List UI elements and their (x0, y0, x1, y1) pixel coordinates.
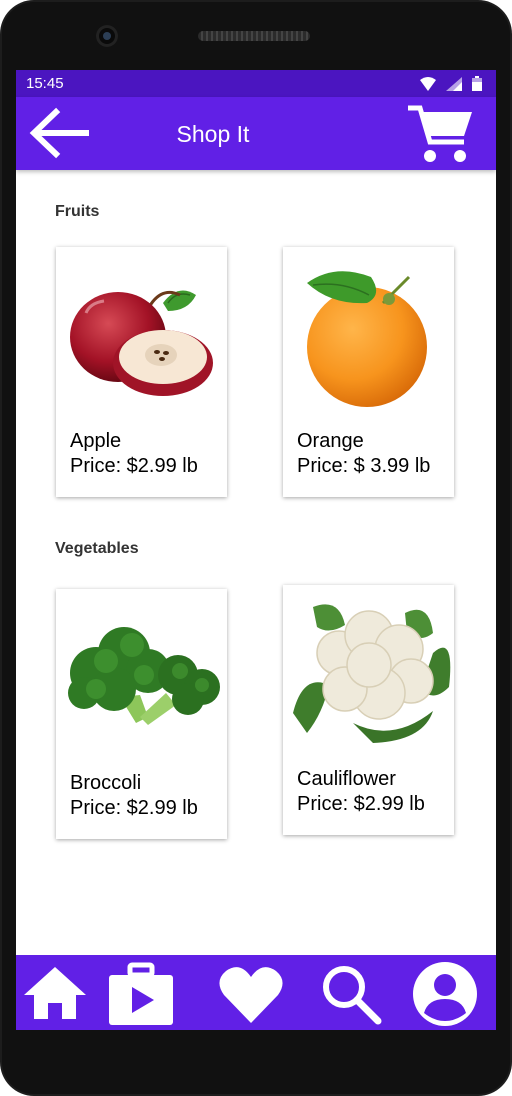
front-camera (96, 25, 118, 47)
home-icon (24, 967, 86, 1019)
nav-account[interactable] (410, 961, 480, 1027)
product-card-cauliflower[interactable]: Cauliflower Price: $2.99 lb (283, 585, 454, 835)
section-title-vegetables: Vegetables (55, 540, 139, 557)
status-icons (420, 76, 482, 91)
product-price: Price: $ 3.99 lb (297, 455, 431, 477)
product-price: Price: $2.99 lb (297, 793, 425, 815)
product-name: Orange (297, 430, 364, 452)
broccoli-image (68, 627, 220, 725)
status-bar: 15:45 (16, 70, 496, 97)
page-title: Shop It (176, 121, 250, 147)
nav-search[interactable] (318, 961, 388, 1027)
video-bag-icon (109, 962, 173, 1025)
section-title-fruits: Fruits (55, 203, 100, 220)
cart-button[interactable] (406, 102, 476, 166)
product-card-broccoli[interactable]: Broccoli Price: $2.99 lb (56, 589, 227, 839)
nav-home[interactable] (20, 961, 90, 1027)
product-price: Price: $2.99 lb (70, 455, 198, 477)
product-card-apple[interactable]: Apple Price: $2.99 lb (56, 247, 227, 497)
apple-image (70, 290, 213, 396)
bottom-nav (16, 955, 496, 1030)
product-name: Cauliflower (297, 768, 396, 790)
status-time: 15:45 (26, 75, 64, 92)
heart-icon (219, 967, 283, 1023)
earpiece-speaker (198, 31, 310, 41)
wifi-icon (420, 76, 436, 91)
battery-icon (472, 76, 482, 91)
account-icon (413, 962, 477, 1026)
product-name: Apple (70, 430, 122, 452)
nav-videos[interactable] (106, 961, 176, 1027)
product-card-orange[interactable]: Orange Price: $ 3.99 lb (283, 247, 454, 497)
phone-frame: 15:45 Shop It Fruits Apple Price: $2.99 … (0, 0, 512, 1096)
orange-image (307, 271, 427, 407)
app-screen: 15:45 Shop It Fruits Apple Price: $2.99 … (16, 70, 496, 1030)
search-icon (323, 966, 382, 1025)
cauliflower-image (293, 604, 451, 743)
nav-favorites[interactable] (216, 961, 286, 1027)
product-name: Broccoli (70, 772, 142, 794)
app-bar: Shop It (16, 97, 496, 170)
product-price: Price: $2.99 lb (70, 797, 198, 819)
signal-icon (446, 76, 462, 91)
shopping-cart-icon (408, 105, 472, 162)
